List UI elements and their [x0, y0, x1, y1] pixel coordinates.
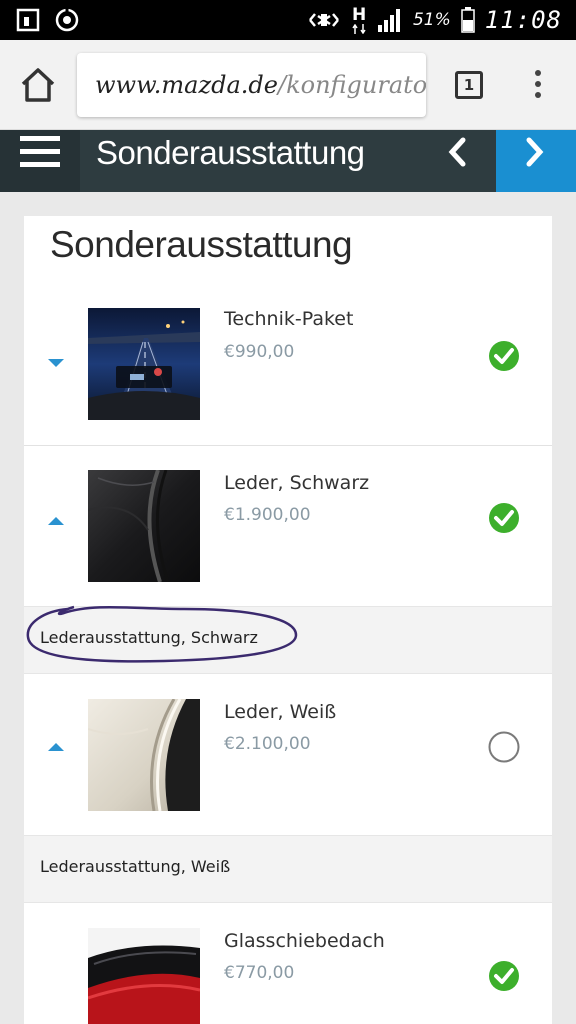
option-name: Leder, Schwarz	[224, 472, 370, 494]
battery-icon	[461, 7, 475, 33]
signal-icon	[377, 9, 400, 32]
network-type: H	[351, 5, 367, 35]
leder-schwarz-thumbnail	[88, 470, 200, 582]
option-price: €990,00	[224, 342, 295, 362]
option-item-leder-weiss[interactable]: Leder, Weiß €2.100,00	[24, 675, 552, 835]
url-path: /konfigurato	[278, 71, 426, 99]
overflow-menu-icon[interactable]	[530, 70, 546, 102]
next-step-button[interactable]	[496, 130, 576, 192]
technik-paket-thumbnail	[88, 308, 200, 420]
page-title: Sonderausstattung	[50, 224, 353, 265]
battery-percent: 51%	[412, 10, 451, 30]
url-domain: www.mazda.de	[95, 71, 278, 99]
option-price: €770,00	[224, 963, 295, 983]
option-item-leder-schwarz[interactable]: Leder, Schwarz €1.900,00	[24, 446, 552, 606]
hand-drawn-annotation-circle	[26, 605, 298, 663]
collapse-arrow-up-icon[interactable]	[48, 742, 64, 752]
option-price: €1.900,00	[224, 505, 311, 525]
option-description: Lederausstattung, Weiß	[40, 857, 231, 876]
hamburger-icon[interactable]	[0, 130, 80, 192]
nav-title: Sonderausstattung	[96, 134, 365, 171]
collapse-arrow-up-icon[interactable]	[48, 516, 64, 526]
option-name: Leder, Weiß	[224, 701, 337, 723]
status-bar: H 51% 11:08	[0, 0, 576, 40]
tab-count: 1	[463, 76, 475, 94]
site-nav-bar: Sonderausstattung	[0, 130, 576, 192]
expand-arrow-down-icon[interactable]	[48, 358, 64, 368]
clock: 11:08	[484, 6, 562, 34]
option-item-glasschiebedach[interactable]: Glasschiebedach €770,00	[24, 904, 552, 1024]
home-icon[interactable]	[20, 67, 56, 103]
browser-toolbar: www.mazda.de/konfigurato 1	[0, 40, 576, 130]
option-description-row: Lederausstattung, Schwarz	[24, 605, 552, 674]
sync-icon	[55, 8, 79, 32]
option-item-technik-paket[interactable]: Technik-Paket €990,00	[24, 290, 552, 446]
chevron-right-icon	[526, 137, 544, 167]
checkmark-selected-icon[interactable]	[488, 960, 520, 992]
leder-weiss-thumbnail	[88, 699, 200, 811]
option-name: Technik-Paket	[224, 308, 354, 330]
data-arrows-icon	[352, 24, 366, 34]
chevron-left-icon[interactable]	[430, 130, 486, 192]
mute-icon	[308, 13, 339, 27]
notification-square-icon	[16, 8, 40, 32]
option-name: Glasschiebedach	[224, 930, 385, 952]
glasschiebedach-thumbnail	[88, 928, 200, 1024]
options-card: Sonderausstattung Technik-Paket €990,00 …	[24, 216, 552, 1024]
checkmark-selected-icon[interactable]	[488, 340, 520, 372]
tabs-icon[interactable]: 1	[455, 71, 483, 99]
address-bar[interactable]: www.mazda.de/konfigurato	[77, 53, 426, 117]
option-description-row: Lederausstattung, Weiß	[24, 835, 552, 903]
checkmark-selected-icon[interactable]	[488, 502, 520, 534]
radio-unselected-icon[interactable]	[488, 731, 520, 763]
option-price: €2.100,00	[224, 734, 311, 754]
